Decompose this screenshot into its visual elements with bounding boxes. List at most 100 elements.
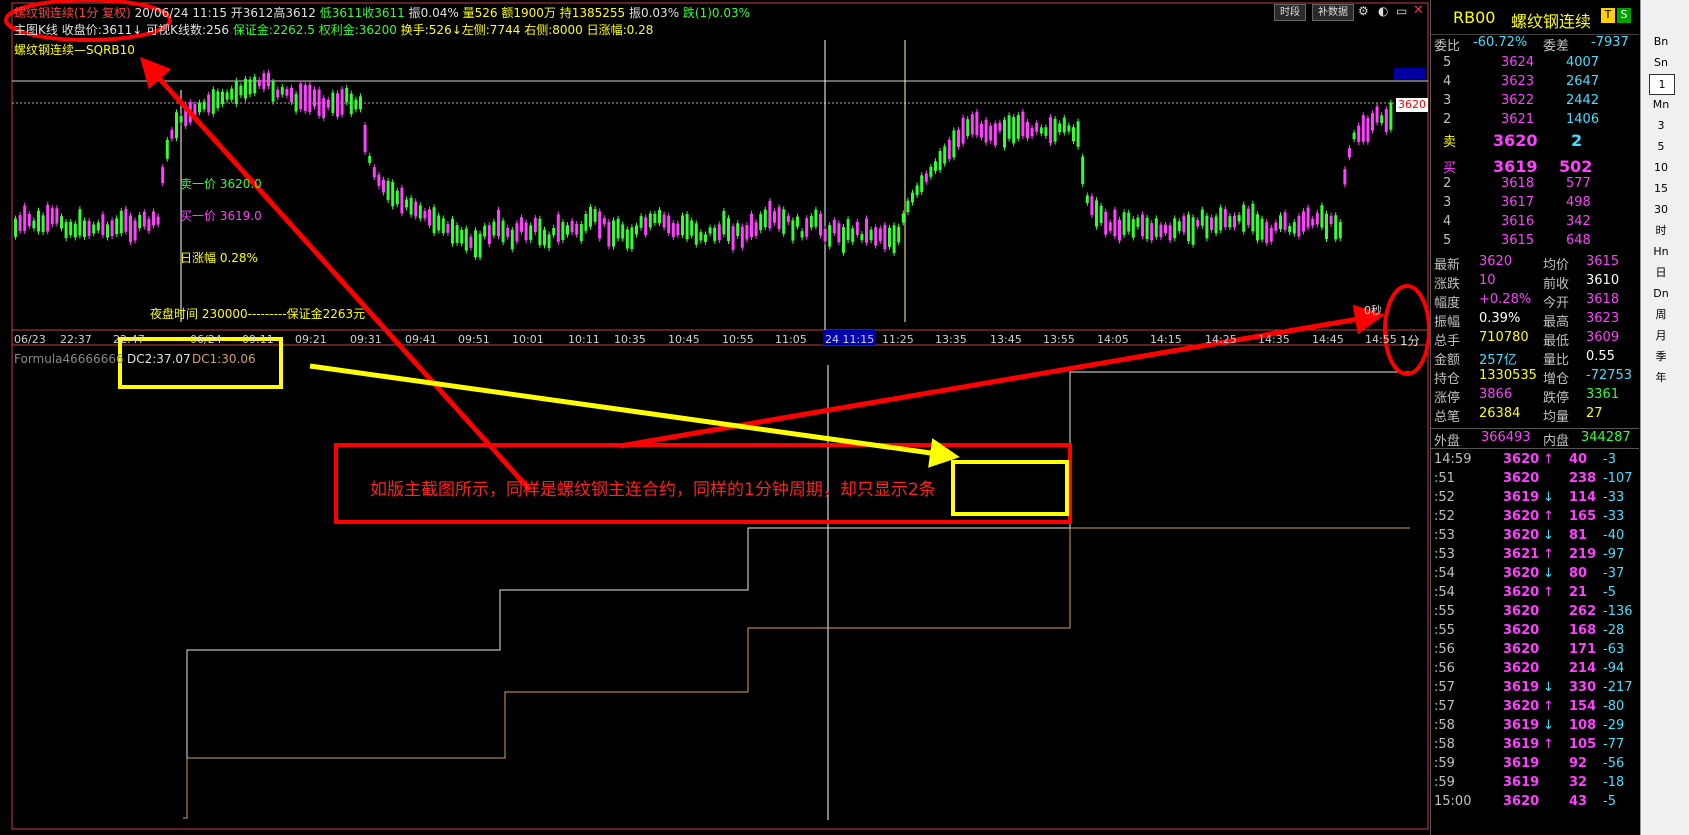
s-badge[interactable]: S	[1617, 8, 1631, 23]
margin-value: 保证金:2262.5	[232, 23, 315, 37]
stat-value: 0.39%	[1479, 311, 1521, 326]
stat-value: 10	[1479, 273, 1496, 288]
stat-value: 3620	[1479, 254, 1513, 269]
price-marker	[1394, 68, 1426, 79]
period-button[interactable]: 10	[1649, 158, 1673, 177]
stat-value: 0.55	[1586, 349, 1615, 364]
tick-arrow: ↑	[1543, 452, 1554, 467]
period-sidebar: Bn Sn 1 Mn 3 5 10 15 30 时 Hn 日 Dn 周月季年	[1640, 0, 1689, 835]
bid-level: 5	[1443, 233, 1452, 248]
tick-volume: 40	[1569, 452, 1588, 467]
ratio-label: 委比	[1434, 39, 1461, 54]
stat-value: 3610	[1586, 273, 1620, 288]
tick-arrow: ↑	[1543, 547, 1554, 562]
quote-panel: RB00 螺纹钢连续 T S 委比 -60.72% 委差 -7937 5 3624…	[1430, 0, 1639, 835]
ask-volume: 4007	[1566, 55, 1600, 70]
dc1-line	[183, 527, 1410, 819]
period-button[interactable]: 日	[1649, 263, 1673, 282]
bid-volume: 342	[1566, 214, 1591, 229]
time-tick: 14:55	[1365, 333, 1397, 346]
stat-value: 257亿	[1479, 353, 1517, 368]
stat-label: 总笔	[1434, 410, 1461, 425]
bid-price: 3618	[1501, 176, 1535, 191]
tick-row: :52 3620 ↑ 165 -33	[1431, 508, 1639, 527]
period-button[interactable]: 季	[1649, 347, 1673, 366]
tick-diff: -56	[1603, 756, 1625, 771]
tick-price: 3620	[1503, 528, 1540, 543]
time-tick: 09:31	[350, 333, 382, 346]
ask-level: 5	[1443, 55, 1452, 70]
ask-price: 3621	[1501, 112, 1535, 127]
close-icon[interactable]: ✕	[1413, 3, 1424, 18]
bid-level: 4	[1443, 214, 1452, 229]
period-button[interactable]: Sn	[1649, 53, 1673, 72]
period-button[interactable]: 周	[1649, 305, 1673, 324]
tick-diff: -80	[1603, 699, 1625, 714]
tick-time: 14:59	[1434, 452, 1472, 467]
turnover-value: 换手:526↓	[400, 23, 462, 37]
tick-arrow: ↑	[1543, 699, 1554, 714]
period-label[interactable]: 1分	[1400, 332, 1420, 349]
period-button[interactable]: Dn	[1649, 284, 1673, 303]
time-tick: 14:15	[1150, 333, 1182, 346]
tick-volume: 214	[1569, 661, 1597, 676]
tick-volume: 238	[1569, 471, 1597, 486]
bid-volume: 577	[1566, 176, 1591, 191]
dc2-value: DC2:37.07	[127, 352, 191, 366]
time-tick: 10:45	[668, 333, 700, 346]
period-button[interactable]: 15	[1649, 179, 1673, 198]
chart-area[interactable]: 螺纹钢连续(1分 复权) 20/06/24 11:15 开3612高3612 低…	[0, 0, 1430, 835]
night-session-text: 夜盘时间 230000---------保证金2263元	[150, 307, 366, 321]
tick-row: :58 3619 ↓ 108 -29	[1431, 717, 1639, 736]
period-button[interactable]: 年	[1649, 368, 1673, 387]
period-button[interactable]: 30	[1649, 200, 1673, 219]
period-button[interactable]: 时	[1649, 221, 1673, 240]
stat-row: 振幅 0.39% 最高 3623	[1431, 310, 1639, 330]
bid-volume: 498	[1566, 195, 1591, 210]
tick-row: :54 3620 ↓ 80 -37	[1431, 565, 1639, 584]
tick-price: 3620	[1503, 661, 1540, 676]
stat-label: 最新	[1434, 258, 1461, 273]
chart-border	[11, 2, 1429, 830]
tick-price: 3619	[1503, 775, 1540, 790]
header-vol: 量526	[462, 6, 498, 20]
ask-level: 3	[1443, 93, 1452, 108]
tick-time: :58	[1434, 737, 1455, 752]
stat-row: 最新 3620 均价 3615	[1431, 253, 1639, 273]
period-button[interactable]: 5	[1649, 137, 1673, 156]
settings-icon[interactable]: ⚙	[1358, 4, 1369, 18]
ask-price: 3620	[1493, 131, 1538, 150]
tick-row: :53 3620 ↓ 81 -40	[1431, 527, 1639, 546]
supplement-data-button[interactable]: 补数据	[1312, 4, 1354, 21]
t-badge[interactable]: T	[1601, 8, 1615, 23]
period-button[interactable]: 1	[1649, 74, 1675, 95]
contract-code: RB00	[1453, 8, 1496, 27]
bid-volume: 502	[1559, 157, 1593, 176]
restore-icon[interactable]: ▭	[1396, 4, 1407, 18]
period-button[interactable]: Bn	[1649, 32, 1673, 51]
left-value: 左侧:7744	[461, 23, 521, 37]
period-button[interactable]: 月	[1649, 326, 1673, 345]
outer-inner-row: 外盘 366493 内盘 344287	[1431, 428, 1639, 449]
header-line-2: 主图K线 收盘价:3611↓ 可视K线数:256 保证金:2262.5 权利金:…	[14, 21, 653, 38]
time-tick: 11:25	[882, 333, 914, 346]
palette-icon[interactable]: ◐	[1378, 4, 1388, 18]
timeshare-button[interactable]: 时段	[1274, 4, 1306, 21]
formula-label: Formula46666666	[14, 352, 124, 366]
stat-value: 3618	[1586, 292, 1620, 307]
tick-time: :52	[1434, 490, 1455, 505]
period-button[interactable]: 3	[1649, 116, 1673, 135]
tick-row: 14:59 3620 ↑ 40 -3	[1431, 451, 1639, 470]
period-button[interactable]: Hn	[1649, 242, 1673, 261]
stat-value: 1330535	[1479, 368, 1537, 383]
chart-canvas[interactable]	[0, 0, 1430, 835]
ask-price: 3624	[1501, 55, 1535, 70]
tick-price: 3619	[1503, 490, 1540, 505]
tick-arrow: ↑	[1543, 509, 1554, 524]
tick-time: :57	[1434, 699, 1455, 714]
ask-level: 4	[1443, 74, 1452, 89]
stat-row: 金额 257亿 量比 0.55	[1431, 348, 1639, 368]
dc2-line	[183, 371, 1410, 819]
bid-price: 3619	[1493, 157, 1538, 176]
period-button[interactable]: Mn	[1649, 95, 1673, 114]
